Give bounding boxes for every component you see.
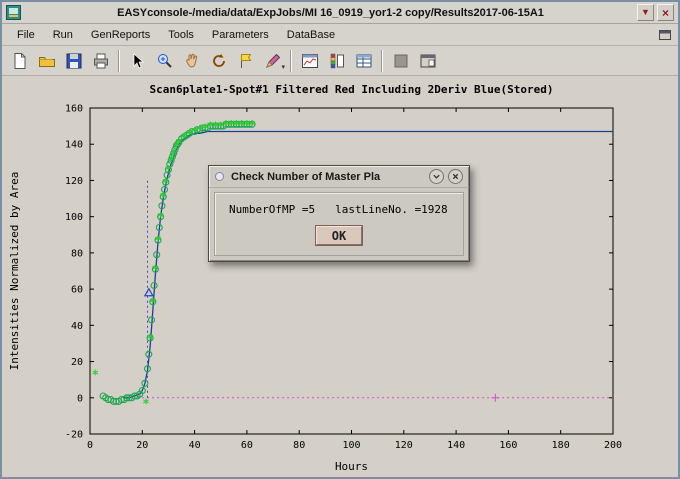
brush-button[interactable]: ▾ bbox=[260, 49, 285, 73]
dialog-icon bbox=[215, 172, 224, 181]
svg-text:120: 120 bbox=[65, 176, 83, 187]
print-icon bbox=[92, 52, 110, 70]
pan-hand-icon bbox=[183, 52, 201, 70]
save-button[interactable] bbox=[61, 49, 86, 73]
menu-file[interactable]: File bbox=[8, 27, 44, 43]
menu-run[interactable]: Run bbox=[44, 27, 82, 43]
save-icon bbox=[65, 52, 83, 70]
menu-database[interactable]: DataBase bbox=[278, 27, 344, 43]
svg-text:*: * bbox=[92, 368, 99, 382]
svg-text:180: 180 bbox=[552, 440, 570, 451]
zoom-in-icon bbox=[156, 52, 174, 70]
svg-text:20: 20 bbox=[71, 357, 83, 368]
cursor-icon bbox=[129, 52, 147, 70]
svg-text:60: 60 bbox=[71, 285, 83, 296]
dialog-title-bar[interactable]: Check Number of Master Pla bbox=[209, 166, 469, 188]
table-button[interactable] bbox=[351, 49, 376, 73]
new-document-button[interactable] bbox=[7, 49, 32, 73]
app-icon[interactable] bbox=[6, 5, 21, 20]
dialog-collapse-button[interactable] bbox=[429, 169, 444, 184]
rotate-button[interactable] bbox=[206, 49, 231, 73]
menu-bar: File Run GenReports Tools Parameters Dat… bbox=[2, 24, 678, 46]
toolbar-separator bbox=[118, 50, 120, 72]
svg-text:60: 60 bbox=[241, 440, 253, 451]
svg-text:160: 160 bbox=[65, 104, 83, 115]
menu-genreports[interactable]: GenReports bbox=[82, 27, 159, 43]
toolbar: ▾ bbox=[2, 46, 678, 76]
title-bar: EASYconsole-/media/data/ExpJobs/MI 16_09… bbox=[2, 2, 678, 24]
print-button[interactable] bbox=[88, 49, 113, 73]
svg-text:Hours: Hours bbox=[335, 460, 368, 473]
svg-text:40: 40 bbox=[189, 440, 201, 451]
menu-parameters[interactable]: Parameters bbox=[203, 27, 278, 43]
svg-text:140: 140 bbox=[65, 140, 83, 151]
cursor-button[interactable] bbox=[125, 49, 150, 73]
svg-text:80: 80 bbox=[293, 440, 305, 451]
svg-text:Intensities Normalized by Area: Intensities Normalized by Area bbox=[8, 172, 21, 371]
colorbar-icon bbox=[328, 52, 346, 70]
svg-text:-20: -20 bbox=[65, 430, 83, 441]
window-title: EASYconsole-/media/data/ExpJobs/MI 16_09… bbox=[27, 7, 634, 19]
svg-text:40: 40 bbox=[71, 321, 83, 332]
menu-tools[interactable]: Tools bbox=[159, 27, 203, 43]
window-layout-icon bbox=[419, 52, 437, 70]
svg-text:*: * bbox=[149, 295, 156, 309]
svg-text:20: 20 bbox=[136, 440, 148, 451]
ok-button[interactable]: OK bbox=[316, 226, 362, 245]
dialog-close-button[interactable] bbox=[448, 169, 463, 184]
open-file-button[interactable] bbox=[34, 49, 59, 73]
dialog-body: NumberOfMP =5 lastLineNo. =1928 OK bbox=[214, 192, 464, 256]
dialog-message: NumberOfMP =5 lastLineNo. =1928 bbox=[215, 203, 463, 216]
open-folder-icon bbox=[38, 52, 56, 70]
new-document-icon bbox=[11, 52, 29, 70]
svg-text:*: * bbox=[152, 263, 159, 277]
datatip-flag-icon bbox=[237, 52, 255, 70]
svg-text:140: 140 bbox=[447, 440, 465, 451]
svg-text:200: 200 bbox=[604, 440, 622, 451]
minimize-button[interactable]: ▼ bbox=[637, 4, 654, 21]
svg-text:*: * bbox=[157, 210, 164, 224]
colorbar-button[interactable] bbox=[324, 49, 349, 73]
svg-text:160: 160 bbox=[499, 440, 517, 451]
dialog-field-numberofmp: NumberOfMP =5 bbox=[229, 203, 315, 216]
app-window: EASYconsole-/media/data/ExpJobs/MI 16_09… bbox=[0, 0, 680, 479]
svg-text:0: 0 bbox=[87, 440, 93, 451]
svg-text:*: * bbox=[154, 234, 161, 248]
figure-window-button[interactable] bbox=[297, 49, 322, 73]
svg-text:*: * bbox=[248, 118, 255, 132]
gray-square-button[interactable] bbox=[388, 49, 413, 73]
svg-text:*: * bbox=[160, 190, 167, 204]
menu-corner-icon[interactable] bbox=[658, 28, 672, 42]
svg-text:*: * bbox=[142, 397, 149, 411]
close-icon bbox=[451, 172, 460, 181]
svg-text:0: 0 bbox=[77, 393, 83, 404]
pan-hand-button[interactable] bbox=[179, 49, 204, 73]
plot-canvas[interactable]: 0 20 40 60 80 100 120 140 160 180 200 -20 0 20 40 60 80 1… bbox=[2, 76, 678, 477]
close-button[interactable]: × bbox=[657, 4, 674, 21]
dialog-title: Check Number of Master Pla bbox=[231, 171, 425, 183]
dialog-check-number-of-master-plates: Check Number of Master Pla NumberOfMP =5… bbox=[208, 165, 470, 262]
svg-text:80: 80 bbox=[71, 248, 83, 259]
svg-text:120: 120 bbox=[395, 440, 413, 451]
svg-text:*: * bbox=[162, 176, 169, 190]
figure-area: 0 20 40 60 80 100 120 140 160 180 200 -20 0 20 40 60 80 1… bbox=[2, 76, 678, 477]
toolbar-separator bbox=[290, 50, 292, 72]
svg-text:100: 100 bbox=[342, 440, 360, 451]
rotate-icon bbox=[210, 52, 228, 70]
brush-dropdown-arrow: ▾ bbox=[281, 63, 285, 71]
svg-text:*: * bbox=[146, 332, 153, 346]
svg-text:Scan6plate1-Spot#1 Filtered Re: Scan6plate1-Spot#1 Filtered Red Includin… bbox=[150, 83, 554, 96]
dialog-field-lastlineno: lastLineNo. =1928 bbox=[335, 203, 448, 216]
figure-window-icon bbox=[301, 52, 319, 70]
gray-square-icon bbox=[392, 52, 410, 70]
datatip-button[interactable] bbox=[233, 49, 258, 73]
svg-text:100: 100 bbox=[65, 212, 83, 223]
table-icon bbox=[355, 52, 373, 70]
brush-icon bbox=[264, 52, 282, 70]
chevron-down-icon bbox=[432, 172, 441, 181]
window-layout-button[interactable] bbox=[415, 49, 440, 73]
toolbar-separator bbox=[381, 50, 383, 72]
zoom-in-button[interactable] bbox=[152, 49, 177, 73]
